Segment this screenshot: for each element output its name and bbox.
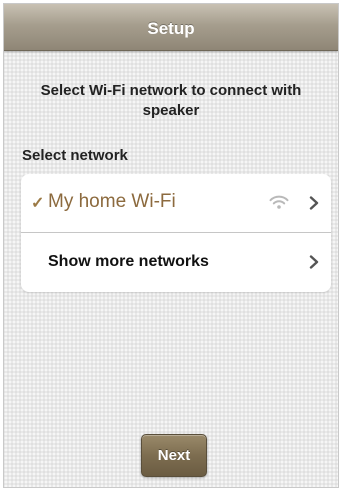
network-item-label: My home Wi-Fi [48,191,176,212]
network-list: ✓ My home Wi-Fi Show more networks [21,174,331,292]
app-screen: Setup Select Wi-Fi network to connect wi… [3,3,339,488]
header-bar: Setup [4,4,338,51]
network-item-my-home-wifi[interactable]: ✓ My home Wi-Fi [21,174,331,233]
next-button[interactable]: Next [141,434,207,477]
instruction-text: Select Wi-Fi network to connect with spe… [40,82,302,119]
wifi-icon [269,195,289,209]
show-more-networks-item[interactable]: Show more networks [21,233,331,291]
chevron-right-icon [309,196,319,210]
checkmark-icon: ✓ [31,195,45,212]
network-item-label: Show more networks [48,253,209,270]
section-label: Select network [22,147,128,164]
page-title: Setup [147,19,195,38]
chevron-right-icon [309,255,319,269]
